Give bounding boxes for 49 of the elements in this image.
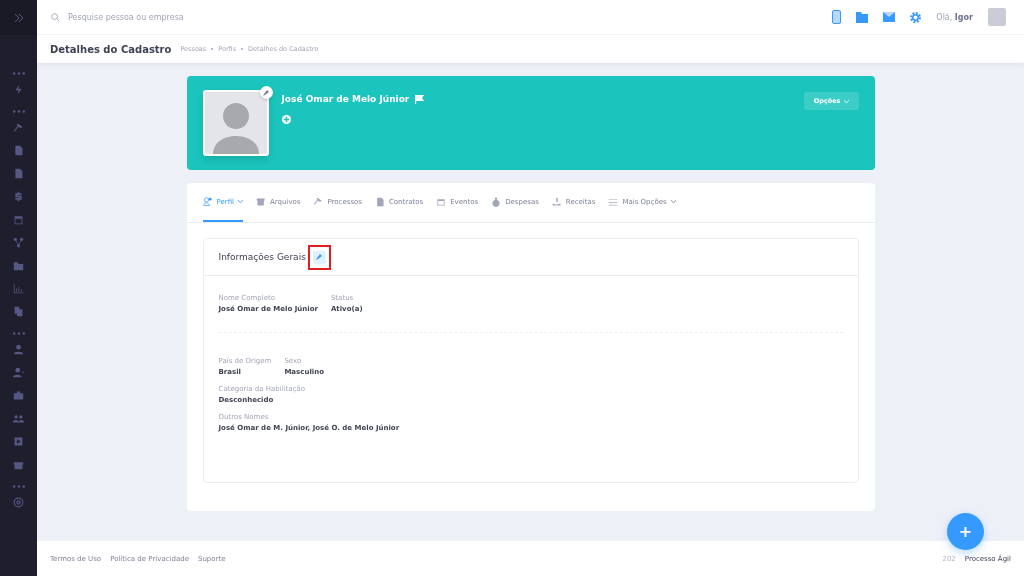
chevron-down-icon bbox=[670, 200, 676, 203]
chart-icon[interactable] bbox=[13, 283, 24, 294]
people-icon[interactable] bbox=[13, 413, 24, 424]
tab-icon bbox=[551, 196, 562, 207]
phone-icon[interactable] bbox=[832, 10, 842, 24]
document-icon[interactable] bbox=[13, 145, 24, 156]
greeting-text: Olá, bbox=[936, 12, 953, 22]
calendar-icon[interactable] bbox=[13, 214, 24, 225]
pencil-icon bbox=[316, 254, 323, 260]
hammer-icon[interactable] bbox=[13, 122, 24, 133]
tab-icon bbox=[608, 196, 619, 207]
folder-icon[interactable] bbox=[13, 260, 24, 271]
search-icon bbox=[51, 12, 60, 22]
files-icon[interactable] bbox=[13, 306, 24, 317]
pencil-icon bbox=[263, 89, 269, 96]
settings-icon[interactable] bbox=[910, 11, 922, 23]
add-button[interactable]: + bbox=[947, 513, 984, 550]
mail-icon[interactable] bbox=[883, 12, 896, 22]
add-circle-icon[interactable] bbox=[281, 115, 291, 124]
section-dots-icon bbox=[12, 485, 25, 488]
expand-icon[interactable] bbox=[13, 12, 24, 23]
folder-icon[interactable] bbox=[856, 11, 869, 23]
person-add-icon[interactable] bbox=[13, 367, 24, 378]
briefcase-icon[interactable] bbox=[13, 390, 24, 401]
edit-photo-button[interactable] bbox=[259, 86, 273, 99]
gift-icon[interactable] bbox=[13, 459, 24, 470]
chevron-down-icon bbox=[238, 200, 243, 203]
tab-icon bbox=[256, 196, 266, 207]
tab-icon bbox=[491, 196, 502, 207]
tab-icon bbox=[436, 196, 447, 207]
flag-icon[interactable] bbox=[415, 94, 425, 104]
section-title: Informações Gerais bbox=[218, 252, 306, 262]
page-title: Detalhes do Cadastro bbox=[50, 43, 172, 55]
tab-icon bbox=[374, 196, 385, 207]
video-icon[interactable] bbox=[13, 436, 24, 447]
edit-button[interactable] bbox=[312, 250, 326, 264]
person-name: José Omar de Melo Júnior bbox=[281, 94, 410, 104]
bolt-icon[interactable] bbox=[13, 84, 24, 95]
section-dots-icon bbox=[12, 72, 25, 75]
tab-icon bbox=[313, 196, 324, 207]
tab-icon bbox=[202, 196, 213, 207]
section-dots-icon bbox=[12, 332, 25, 335]
document-icon[interactable] bbox=[13, 168, 24, 179]
chevron-down-icon bbox=[843, 99, 849, 103]
dollar-icon[interactable] bbox=[13, 191, 24, 202]
network-icon[interactable] bbox=[13, 237, 24, 248]
user-name: Igor bbox=[954, 12, 973, 22]
section-dots-icon bbox=[12, 110, 25, 113]
person-icon[interactable] bbox=[13, 344, 24, 355]
